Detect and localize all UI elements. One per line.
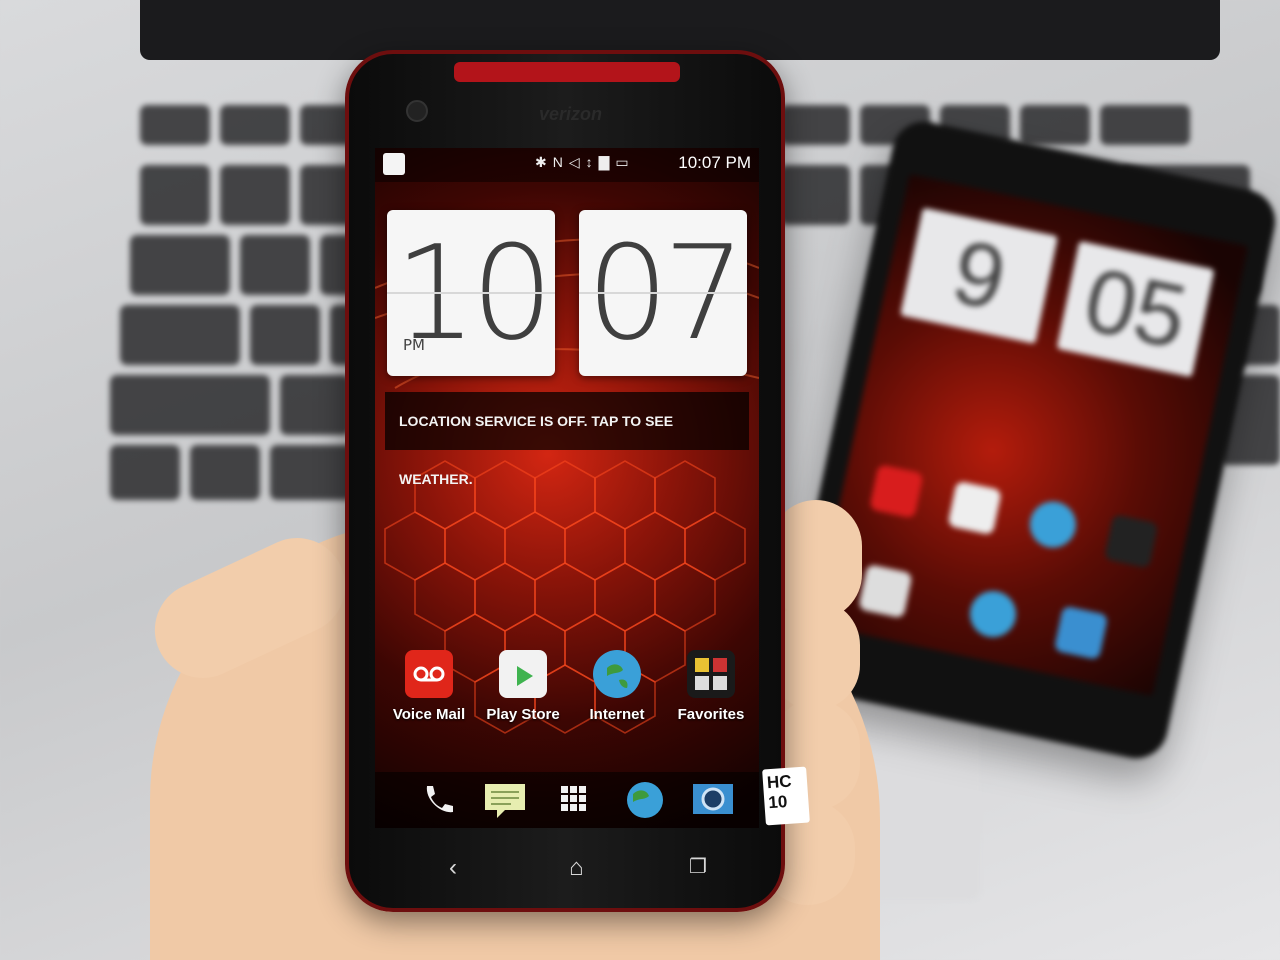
voicemail-icon bbox=[405, 650, 453, 698]
app-favorites[interactable]: Favorites bbox=[665, 650, 757, 723]
mute-icon: ◁ bbox=[568, 154, 586, 170]
phone-icon[interactable] bbox=[415, 780, 459, 820]
camera-icon[interactable] bbox=[691, 780, 735, 820]
clock-ampm: PM bbox=[403, 336, 425, 354]
favorites-folder-icon bbox=[687, 650, 735, 698]
app-label-internet: Internet bbox=[589, 706, 645, 723]
clock-hour-tile[interactable]: 10 PM bbox=[387, 210, 555, 376]
clock-minute-tile[interactable]: 07 bbox=[579, 210, 747, 376]
battery-icon: ▭ bbox=[615, 154, 635, 170]
home-screen[interactable]: ✱N◁↕▇▭ 10:07 PM 10 PM 07 LOCATION SERVIC… bbox=[375, 148, 759, 828]
status-icons: ✱N◁↕▇▭ bbox=[535, 154, 635, 171]
signal-icon: ▇ bbox=[598, 154, 616, 170]
home-icon[interactable]: ⌂ bbox=[569, 854, 584, 882]
front-camera bbox=[406, 100, 428, 122]
data-icon: ↕ bbox=[585, 154, 599, 170]
app-dock bbox=[375, 772, 759, 828]
messages-icon[interactable] bbox=[483, 780, 527, 820]
app-play-store[interactable]: Play Store bbox=[477, 650, 569, 723]
carrier-logo: verizon bbox=[539, 104, 603, 124]
phone-earpiece bbox=[454, 62, 680, 82]
price-sticker: HC 10 bbox=[762, 766, 810, 826]
app-voice-mail[interactable]: Voice Mail bbox=[383, 650, 475, 723]
app-drawer-icon[interactable] bbox=[551, 780, 595, 820]
app-internet[interactable]: Internet bbox=[571, 650, 663, 723]
play-store-icon bbox=[947, 480, 1002, 536]
main-phone: verizon ✱N◁↕▇▭ 10:07 PM 10 PM 07 LOCATIO… bbox=[345, 50, 785, 912]
app-label-voice-mail: Voice Mail bbox=[392, 706, 466, 723]
recent-apps-icon[interactable]: ❐ bbox=[689, 854, 707, 879]
globe-icon bbox=[593, 650, 641, 698]
nfc-icon: N bbox=[552, 154, 569, 170]
app-label-favorites: Favorites bbox=[677, 706, 745, 723]
camera-icon bbox=[1053, 605, 1109, 661]
favorites-folder-icon bbox=[1103, 513, 1159, 569]
navigation-bar: ‹ ⌂ ❐ bbox=[409, 854, 729, 884]
browser-icon bbox=[965, 586, 1021, 642]
messages-icon bbox=[858, 563, 913, 619]
background-clock-hour: 9 bbox=[900, 207, 1058, 344]
globe-icon bbox=[1025, 497, 1081, 552]
app-label-play-store: Play Store bbox=[486, 706, 560, 723]
notification-app-icon[interactable] bbox=[383, 153, 405, 175]
voicemail-icon bbox=[869, 464, 924, 519]
status-bar[interactable]: ✱N◁↕▇▭ 10:07 PM bbox=[375, 148, 759, 182]
browser-icon[interactable] bbox=[623, 780, 667, 820]
back-icon[interactable]: ‹ bbox=[449, 854, 457, 882]
background-phone-screen: 9 05 bbox=[814, 174, 1249, 697]
weather-widget[interactable]: LOCATION SERVICE IS OFF. TAP TO SEE WEAT… bbox=[385, 392, 749, 487]
bluetooth-icon: ✱ bbox=[535, 154, 553, 170]
clock-minutes: 07 bbox=[586, 217, 745, 369]
background-clock-minute: 05 bbox=[1056, 240, 1215, 378]
status-time: 10:07 PM bbox=[678, 153, 751, 172]
play-store-icon bbox=[499, 650, 547, 698]
